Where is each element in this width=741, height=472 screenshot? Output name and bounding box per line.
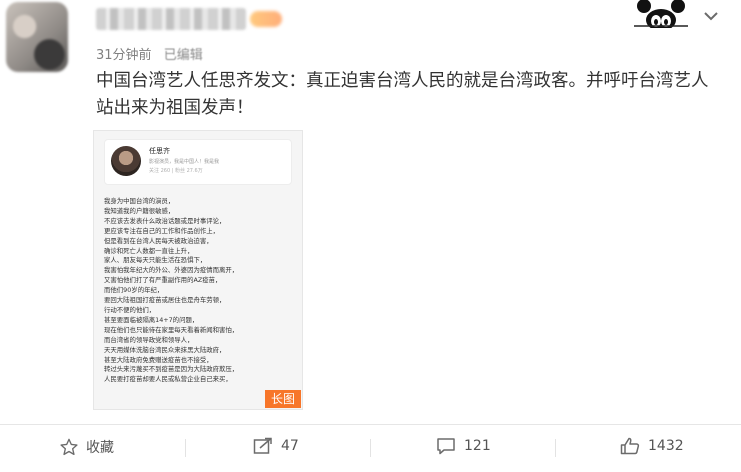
long-image-thumbnail[interactable]: 任思齐 影视演员，我是中国人！我是我 关注 260 | 粉丝 27.6万 我身为… (93, 130, 303, 410)
statement-line: 确诊和死亡人数都一直往上升， (104, 246, 194, 255)
thumbs-up-icon (620, 437, 640, 455)
statement-line: 我害怕我年纪大的外公、外婆因为疫情而离开， (104, 266, 239, 275)
statement-line: 甚至要面临被隔离14+7的问题， (104, 315, 199, 324)
statement-line: 不应该去发表什么政治话题或是时事评论， (104, 216, 226, 225)
embedded-profile-bio: 影视演员，我是中国人！我是我 (149, 159, 220, 165)
comment-count: 121 (464, 438, 491, 454)
post-text: 中国台湾艺人任思齐发文：真正迫害台湾人民的就是台湾政客。并呼吁台湾艺人站出来为祖… (96, 71, 709, 118)
embedded-profile-card: 任思齐 影视演员，我是中国人！我是我 关注 260 | 粉丝 27.6万 (104, 139, 292, 185)
embedded-statement-text: 我身为中国台湾的演员， 我知道我的户籍很敏感， 不应该去发表什么政治话题或是时事… (104, 197, 294, 385)
statement-line: 而他们90岁的年纪， (104, 286, 164, 295)
embedded-profile-name: 任思齐 (149, 147, 170, 155)
statement-line: 但是看到在台湾人民每天被政治迫害， (104, 236, 213, 245)
embedded-avatar (111, 146, 141, 176)
statement-line: 甚至大陆政府免费赠送疫苗也不接受， (104, 355, 213, 364)
favorite-label: 收藏 (86, 440, 114, 456)
statement-line: 我知道我的户籍很敏感， (104, 206, 175, 215)
statement-line: 家人、朋友每天只能生活在恐惧下， (104, 256, 207, 265)
statement-line: 要回大陆祖国打疫苗或居住也是舟车劳顿， (104, 296, 226, 305)
action-separator (185, 439, 186, 457)
mickey-decoration-icon (634, 0, 688, 28)
long-image-tag: 长图 (265, 390, 301, 408)
comment-button[interactable]: 121 (436, 437, 491, 455)
action-bar: 收藏 47 121 1432 (0, 425, 741, 472)
weibo-post-card: 31分钟前 已编辑 中国台湾艺人任思齐发文：真正迫害台湾人民的就是台湾政客。并呼… (0, 0, 741, 472)
statement-line: 行动不便的他们， (104, 305, 156, 314)
repost-count: 47 (281, 438, 299, 454)
chevron-down-icon[interactable] (701, 6, 721, 26)
statement-line: 更应该专注在自己的工作和作品创作上， (104, 226, 220, 235)
statement-line: 现在他们也只能待在家里每天看着新闻和害怕， (104, 325, 239, 334)
user-avatar[interactable] (6, 2, 68, 72)
post-timestamp[interactable]: 31分钟前 (96, 48, 152, 63)
statement-line: 天天用媒体洗脑台湾民众来抹黑大陆政府， (104, 345, 226, 354)
statement-line: 而台湾省的领导政党和领导人， (104, 335, 194, 344)
embedded-profile-stats: 关注 260 | 粉丝 27.6万 (149, 168, 203, 174)
like-count: 1432 (648, 438, 684, 454)
share-icon (253, 437, 272, 454)
action-separator (555, 439, 556, 457)
statement-line: 我身为中国台湾的演员， (104, 197, 175, 205)
username-blurred[interactable] (96, 8, 246, 30)
star-icon (60, 438, 78, 456)
user-badge-blurred (250, 11, 282, 27)
repost-button[interactable]: 47 (253, 437, 299, 455)
statement-line: 转过头来污蔑买不到疫苗是因为大陆政府欺压， (104, 365, 239, 374)
favorite-button[interactable]: 收藏 (60, 437, 114, 457)
edited-label[interactable]: 已编辑 (164, 48, 203, 63)
statement-line: 人民要打疫苗却要人民或私营企业自己来买， (104, 375, 232, 384)
like-button[interactable]: 1432 (620, 437, 684, 455)
comment-icon (437, 438, 455, 455)
post-meta: 31分钟前 已编辑 (96, 44, 203, 63)
statement-line: 又害怕他们打了有严重副作用的AZ疫苗， (104, 276, 222, 285)
action-separator (370, 439, 371, 457)
